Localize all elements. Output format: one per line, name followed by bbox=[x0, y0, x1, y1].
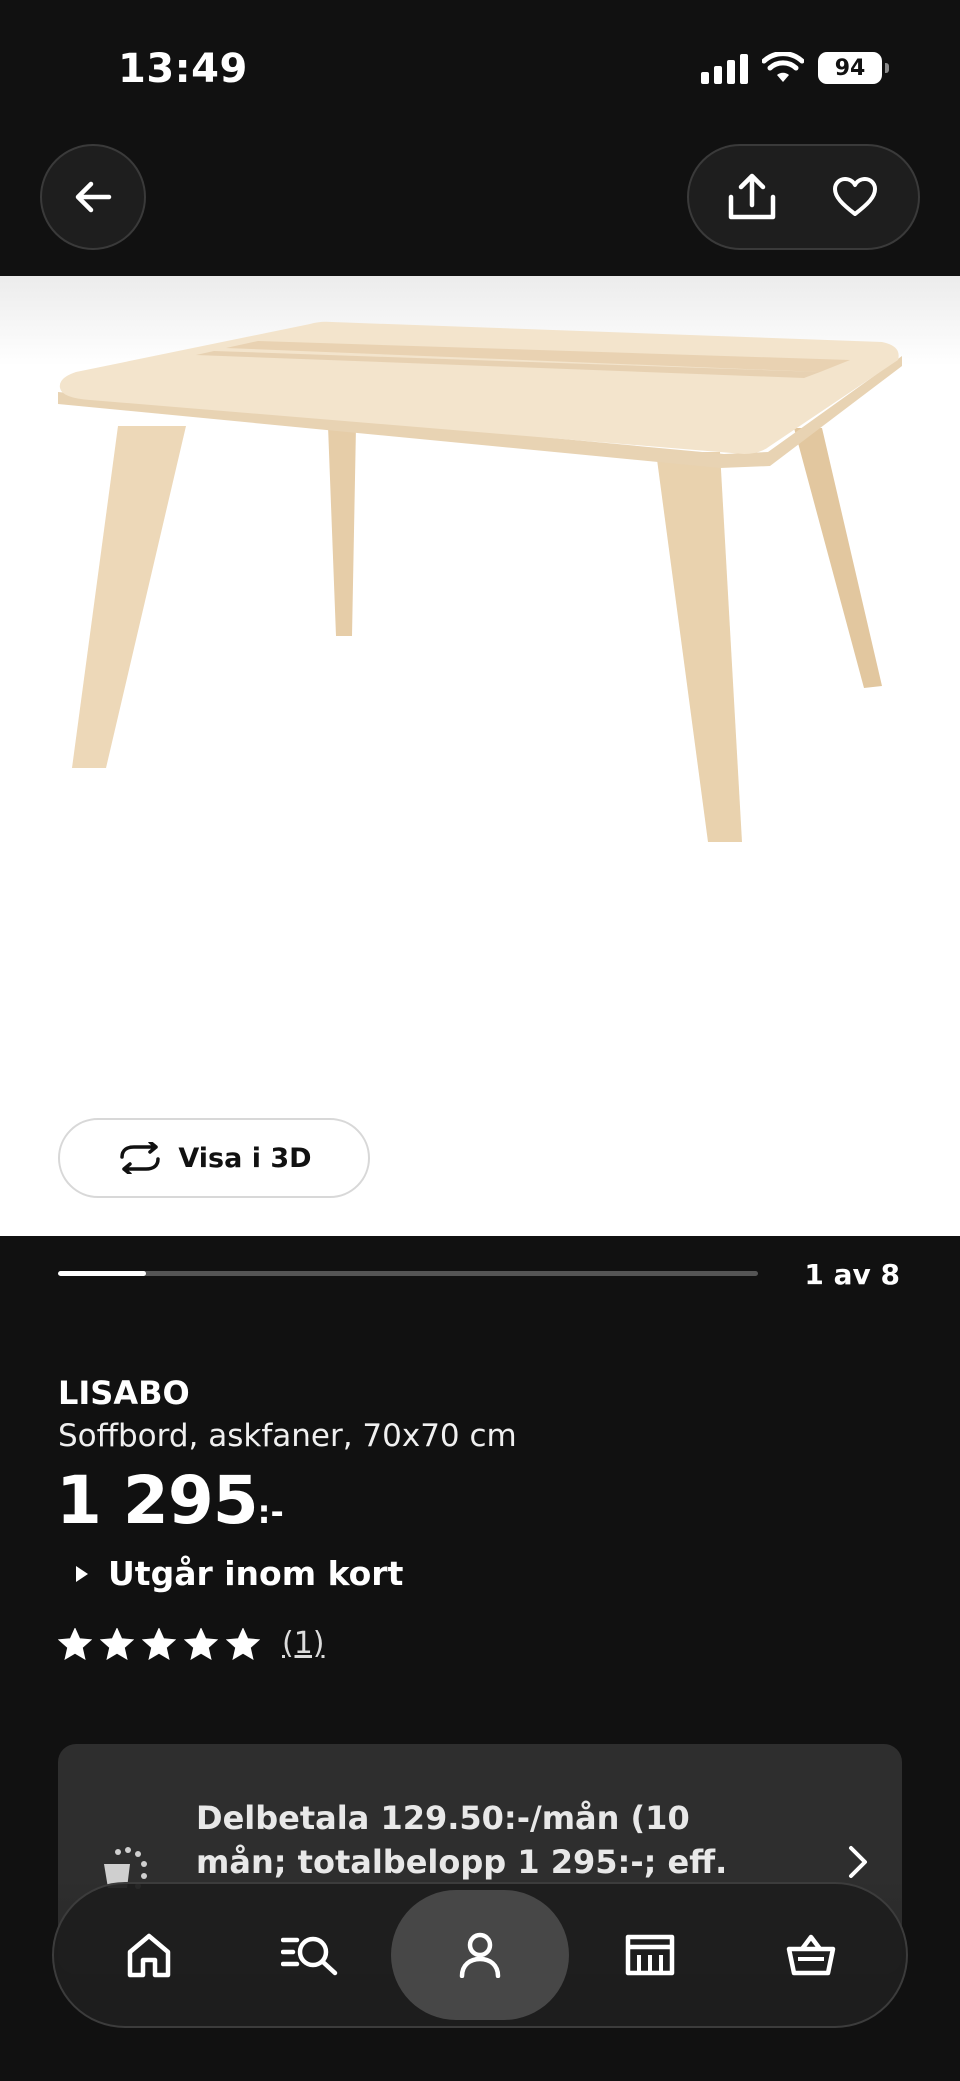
carousel-progress-fill bbox=[58, 1271, 146, 1276]
view-3d-label: Visa i 3D bbox=[178, 1142, 312, 1174]
review-count-link[interactable]: (1) bbox=[282, 1626, 325, 1661]
image-carousel-indicator: 1 av 8 bbox=[58, 1258, 900, 1292]
carousel-progress-track bbox=[58, 1271, 758, 1276]
back-button[interactable] bbox=[40, 144, 146, 250]
tab-home[interactable] bbox=[68, 1890, 230, 2020]
search-list-icon bbox=[281, 1936, 338, 1976]
store-icon bbox=[625, 1934, 674, 1976]
availability-notice-text: Utgår inom kort bbox=[108, 1554, 404, 1593]
share-icon bbox=[729, 173, 776, 220]
rating-stars bbox=[58, 1627, 260, 1660]
battery-indicator: 94 bbox=[818, 52, 889, 84]
view-3d-button[interactable]: Visa i 3D bbox=[58, 1118, 370, 1198]
tab-search[interactable] bbox=[230, 1890, 392, 2020]
heart-icon bbox=[832, 177, 877, 216]
top-actions bbox=[687, 144, 920, 250]
product-image[interactable]: Visa i 3D bbox=[0, 276, 960, 1236]
basket-icon bbox=[786, 1934, 836, 1976]
product-price: 1 295 :- bbox=[56, 1462, 284, 1539]
status-time: 13:49 bbox=[118, 46, 248, 92]
star-icon bbox=[184, 1627, 218, 1660]
home-icon bbox=[127, 1933, 171, 1978]
price-amount: 1 295 bbox=[56, 1462, 259, 1539]
favorite-button[interactable] bbox=[815, 157, 895, 237]
price-suffix: :- bbox=[257, 1493, 284, 1531]
star-icon bbox=[142, 1627, 176, 1660]
tab-basket[interactable] bbox=[730, 1890, 892, 2020]
chevron-right-icon bbox=[849, 1846, 867, 1878]
availability-notice[interactable]: Utgår inom kort bbox=[76, 1554, 403, 1593]
image-counter: 1 av 8 bbox=[804, 1258, 900, 1291]
tab-profile[interactable] bbox=[391, 1890, 569, 2020]
installment-text: Delbetala 129.50:-/mån (10 mån; totalbel… bbox=[196, 1799, 728, 1881]
tab-stores[interactable] bbox=[569, 1890, 731, 2020]
product-rating[interactable]: (1) bbox=[58, 1626, 325, 1661]
wifi-icon bbox=[762, 52, 804, 82]
rotate-icon bbox=[120, 1142, 161, 1174]
bottom-tab-bar bbox=[52, 1882, 908, 2028]
share-button[interactable] bbox=[712, 157, 792, 237]
status-bar: 13:49 94 bbox=[0, 0, 960, 140]
star-icon bbox=[226, 1627, 260, 1660]
star-icon bbox=[100, 1627, 134, 1660]
coffee-table-image bbox=[58, 321, 902, 842]
product-name: LISABO bbox=[58, 1374, 190, 1412]
star-icon bbox=[58, 1627, 92, 1660]
person-icon bbox=[459, 1932, 501, 1978]
product-description: Soffbord, askfaner, 70x70 cm bbox=[58, 1418, 517, 1454]
arrow-left-icon bbox=[75, 181, 112, 213]
cellular-signal-icon bbox=[701, 52, 748, 84]
status-icons: 94 bbox=[701, 52, 889, 84]
expand-triangle-icon bbox=[76, 1565, 88, 1582]
